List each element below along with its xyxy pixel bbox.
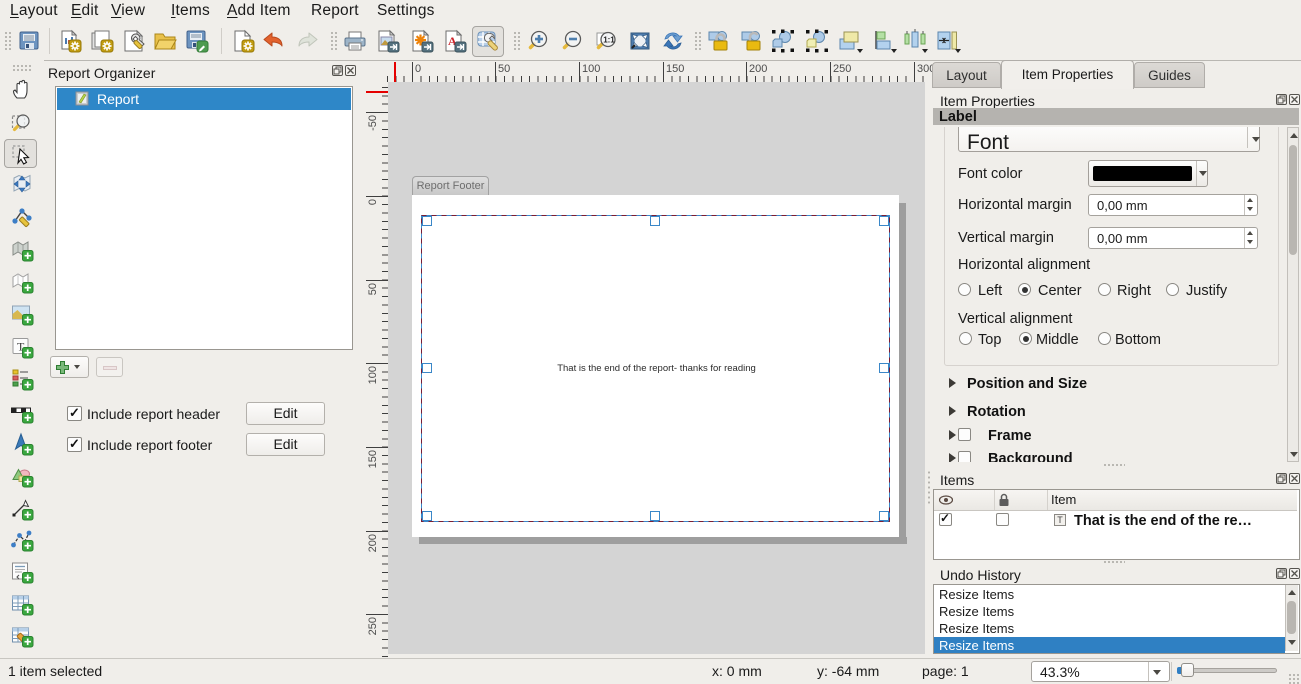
svg-text:1:1: 1:1 [603, 36, 615, 45]
